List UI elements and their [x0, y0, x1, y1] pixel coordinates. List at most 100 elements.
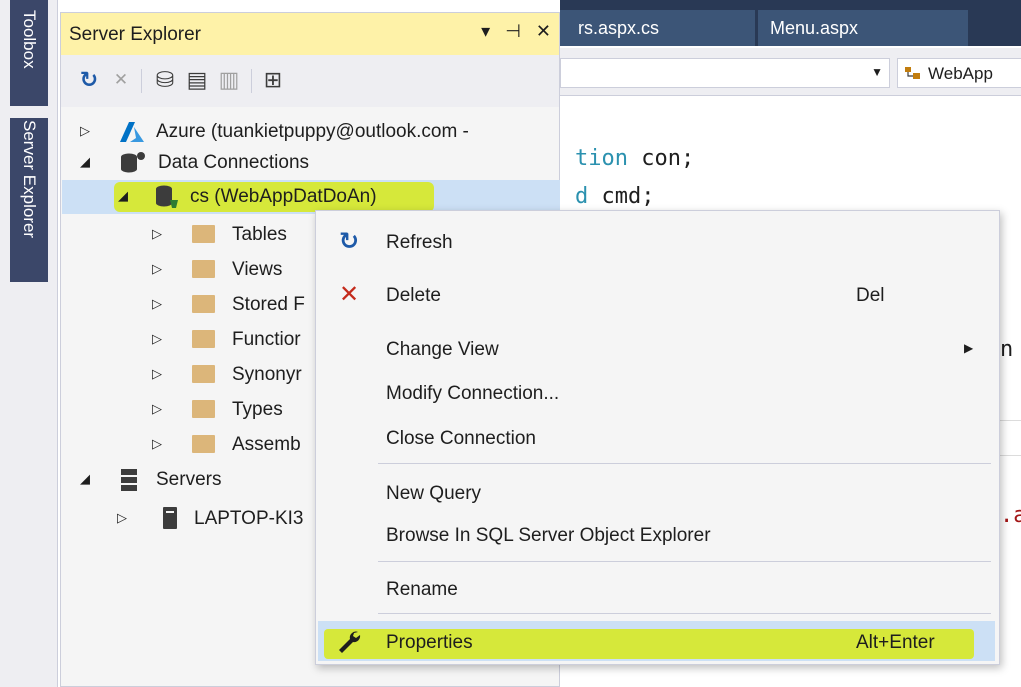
menu-item-delete[interactable]: ✕ Delete Del [316, 273, 999, 317]
code-fragment: n [1000, 337, 1014, 362]
stop-refresh-button[interactable]: ✕ [107, 66, 135, 94]
submenu-arrow-icon: ▶ [964, 341, 974, 355]
expand-arrow-icon[interactable]: ▷ [152, 401, 162, 417]
chevron-down-icon: ▼ [871, 65, 883, 79]
tree-node-label: Views [232, 259, 283, 280]
code-line[interactable]: tion con; [575, 146, 694, 171]
code-fragment: .a [1000, 503, 1021, 528]
menu-item-label: Properties [386, 632, 473, 653]
tree-node-servers[interactable]: ◢ Servers [80, 466, 317, 494]
menu-item-rename[interactable]: Rename [316, 567, 999, 611]
editor-navigation-bar: ▼ WebApp [560, 48, 1021, 96]
tree-node-azure[interactable]: ▷ Azure (tuankietpuppy@outlook.com - [80, 118, 560, 146]
tree-node-label: Synonyr [232, 364, 302, 385]
editor-tab-strip: rs.aspx.cs Menu.aspx [560, 0, 1021, 46]
filter-icon[interactable]: ⊞ [259, 66, 287, 94]
tab-menu-aspx[interactable]: Menu.aspx [758, 10, 968, 46]
expand-arrow-icon[interactable]: ▷ [152, 296, 162, 312]
folder-icon [192, 225, 215, 243]
menu-item-modify-connection[interactable]: Modify Connection... [316, 371, 999, 415]
expand-arrow-icon[interactable]: ▷ [152, 261, 162, 277]
expand-arrow-icon[interactable]: ▷ [117, 510, 127, 526]
tree-node-label: Azure (tuankietpuppy@outlook.com - [156, 121, 469, 142]
tree-node-stored-procedures[interactable]: ▷ Stored F [152, 291, 317, 319]
tree-node-views[interactable]: ▷ Views [152, 256, 317, 284]
menu-item-label: Change View [386, 339, 499, 360]
tree-node-connection-cs[interactable]: ◢ cs (WebAppDatDoAn) [118, 183, 558, 211]
collapse-arrow-icon[interactable]: ◢ [118, 188, 128, 204]
window-position-dropdown-icon[interactable]: ▾ [481, 21, 490, 41]
tree-node-label: Assemb [232, 434, 301, 455]
server-explorer-side-tab[interactable]: Server Explorer [10, 118, 48, 282]
menu-item-label: Delete [386, 285, 441, 306]
member-dropdown[interactable]: ▼ [560, 58, 890, 88]
close-icon[interactable]: ✕ [536, 21, 551, 41]
database-connection-icon [121, 152, 145, 173]
side-tab-strip: Toolbox Server Explorer [0, 0, 58, 687]
menu-item-label: New Query [386, 483, 482, 504]
menu-item-label: Modify Connection... [386, 383, 560, 404]
tree-node-label: Functior [232, 329, 301, 350]
menu-item-close-connection[interactable]: Close Connection [316, 416, 999, 460]
server-explorer-side-tab-label: Server Explorer [20, 120, 39, 239]
tree-node-label: Data Connections [158, 152, 310, 173]
expand-arrow-icon[interactable]: ▷ [80, 123, 90, 139]
tree-node-label: cs (WebAppDatDoAn) [190, 186, 377, 207]
tree-node-label: Types [232, 399, 283, 420]
tree-node-laptop[interactable]: ▷ LAPTOP-KI3 [117, 505, 317, 533]
expand-arrow-icon[interactable]: ▷ [152, 331, 162, 347]
folder-icon [192, 435, 215, 453]
panel-title-buttons: ▾ ⊣ ✕ [471, 21, 551, 42]
folder-icon [192, 330, 215, 348]
connect-to-sharepoint-button[interactable]: ▥ [215, 66, 243, 94]
menu-item-label: Browse In SQL Server Object Explorer [386, 525, 711, 546]
tree-node-assemblies[interactable]: ▷ Assemb [152, 431, 317, 459]
class-icon [905, 67, 920, 79]
context-menu: ↻ Refresh ✕ Delete Del Change View ▶ Mod… [315, 210, 1000, 665]
menu-item-label: Refresh [386, 232, 453, 253]
menu-item-label: Close Connection [386, 428, 536, 449]
refresh-button[interactable]: ↻ [75, 66, 103, 94]
menu-item-properties[interactable]: Properties Alt+Enter [316, 620, 999, 664]
delete-icon: ✕ [338, 281, 360, 308]
menu-item-shortcut: Alt+Enter [856, 632, 935, 653]
database-icon [156, 185, 178, 208]
expand-arrow-icon[interactable]: ▷ [152, 436, 162, 452]
tree-node-tables[interactable]: ▷ Tables [152, 221, 317, 249]
class-dropdown[interactable]: WebApp [897, 58, 1021, 88]
connect-to-database-button[interactable]: ⛁ [151, 66, 179, 94]
code-line[interactable]: d cmd; [575, 184, 654, 209]
panel-title-bar[interactable]: Server Explorer ▾ ⊣ ✕ [61, 13, 559, 55]
collapse-arrow-icon[interactable]: ◢ [80, 154, 90, 170]
tree-node-functions[interactable]: ▷ Functior [152, 326, 317, 354]
expand-arrow-icon[interactable]: ▷ [152, 226, 162, 242]
tree-node-synonyms[interactable]: ▷ Synonyr [152, 361, 317, 389]
folder-icon [192, 365, 215, 383]
collapse-arrow-icon[interactable]: ◢ [80, 471, 90, 487]
tree-node-types[interactable]: ▷ Types [152, 396, 317, 424]
servers-icon [121, 469, 137, 491]
folder-icon [192, 260, 215, 278]
class-dropdown-label: WebApp [928, 64, 993, 83]
divider [998, 420, 1021, 421]
connect-to-server-button[interactable]: ▤ [183, 66, 211, 94]
tree-node-data-connections[interactable]: ◢ Data Connections [80, 149, 560, 177]
tab-users-aspx-cs[interactable]: rs.aspx.cs [560, 10, 755, 46]
folder-icon [192, 400, 215, 418]
menu-separator [378, 463, 991, 464]
toolbar-separator [141, 69, 142, 93]
menu-separator [378, 561, 991, 562]
tree-node-label: Servers [156, 469, 222, 490]
menu-item-refresh[interactable]: ↻ Refresh [316, 220, 999, 264]
menu-item-change-view[interactable]: Change View ▶ [316, 327, 999, 371]
tree-node-label: Stored F [232, 294, 305, 315]
menu-item-browse-sql-object-explorer[interactable]: Browse In SQL Server Object Explorer [316, 513, 999, 557]
menu-item-shortcut: Del [856, 285, 885, 306]
toolbox-side-tab[interactable]: Toolbox [10, 0, 48, 106]
menu-separator [378, 613, 991, 614]
pin-icon[interactable]: ⊣ [505, 21, 521, 41]
panel-title: Server Explorer [69, 24, 201, 45]
azure-icon [120, 122, 144, 142]
expand-arrow-icon[interactable]: ▷ [152, 366, 162, 382]
menu-item-new-query[interactable]: New Query [316, 471, 999, 515]
